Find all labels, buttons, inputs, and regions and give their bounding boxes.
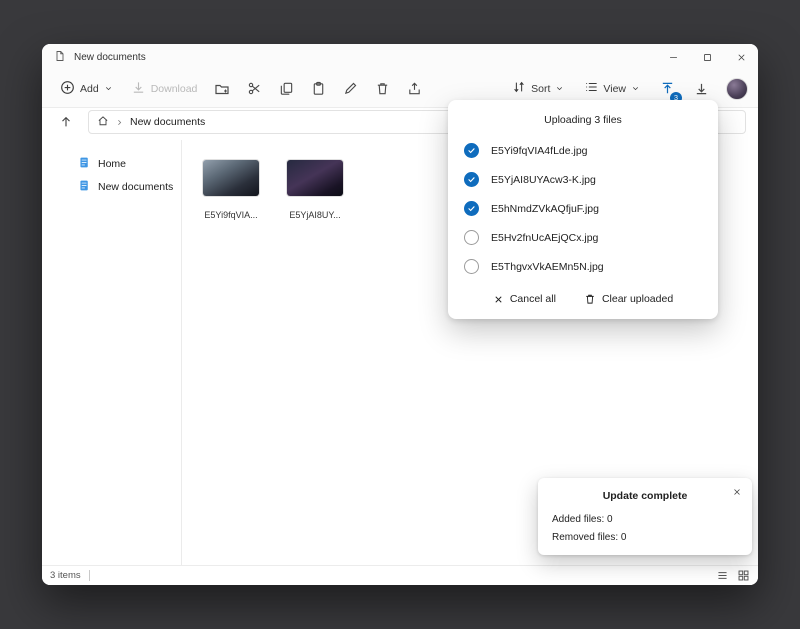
- window-document-icon: [54, 50, 66, 65]
- check-circle-icon: [464, 143, 479, 158]
- rename-button[interactable]: [335, 75, 365, 103]
- sort-icon: [512, 80, 526, 97]
- rename-icon: [343, 81, 358, 96]
- sidebar-item-home[interactable]: Home: [42, 152, 181, 175]
- minimize-button[interactable]: [656, 44, 690, 70]
- file-name: E5Yi9fqVIA...: [204, 210, 257, 220]
- chevron-down-icon: [631, 84, 640, 93]
- add-icon: [60, 80, 75, 98]
- view-toggles: [716, 569, 750, 582]
- file-tile[interactable]: E5Yi9fqVIA...: [198, 160, 264, 220]
- new-folder-icon: [214, 81, 230, 97]
- desktop-background: { "window": { "title": "New documents" }…: [0, 0, 800, 629]
- sidebar: Home New documents: [42, 140, 182, 565]
- upload-item: E5ThgvxVkAEMn5N.jpg: [464, 252, 702, 281]
- delete-button[interactable]: [367, 75, 397, 103]
- user-avatar[interactable]: [726, 78, 748, 100]
- upload-item-name: E5Hv2fnUcAEjQCx.jpg: [491, 232, 598, 244]
- pending-circle-icon: [464, 259, 479, 274]
- paste-icon: [311, 81, 326, 96]
- check-circle-icon: [464, 172, 479, 187]
- file-thumbnail: [287, 160, 343, 196]
- chevron-down-icon: [555, 84, 564, 93]
- thumbnails-view-icon[interactable]: [737, 569, 750, 582]
- upload-item-name: E5Yi9fqVIA4fLde.jpg: [491, 145, 588, 157]
- upload-panel-title: Uploading 3 files: [464, 114, 702, 126]
- status-bar: 3 items: [42, 565, 758, 585]
- close-button[interactable]: [724, 44, 758, 70]
- file-name: E5YjAI8UY...: [289, 210, 340, 220]
- download-button[interactable]: Download: [123, 75, 206, 103]
- home-folder-icon: [78, 156, 91, 172]
- cancel-all-label: Cancel all: [510, 293, 556, 305]
- add-button[interactable]: Add: [52, 75, 121, 103]
- trash-icon: [584, 293, 596, 305]
- breadcrumb-current[interactable]: New documents: [130, 116, 205, 128]
- toast-added-line: Added files: 0: [552, 514, 738, 525]
- window-title: New documents: [74, 52, 146, 63]
- share-button[interactable]: [399, 75, 429, 103]
- sidebar-item-new-documents[interactable]: New documents: [42, 175, 181, 198]
- view-icon: [584, 80, 598, 97]
- toast-title: Update complete: [552, 490, 738, 502]
- upload-item-name: E5hNmdZVkAQfjuF.jpg: [491, 203, 599, 215]
- sort-label: Sort: [531, 83, 550, 95]
- toolbar-right-group: Sort View 3: [504, 75, 748, 103]
- clear-uploaded-button[interactable]: Clear uploaded: [584, 293, 673, 305]
- download-label: Download: [151, 83, 198, 95]
- item-count: 3 items: [50, 570, 81, 581]
- paste-button[interactable]: [303, 75, 333, 103]
- upload-item: E5hNmdZVkAQfjuF.jpg: [464, 194, 702, 223]
- upload-item-name: E5YjAI8UYAcw3-K.jpg: [491, 174, 596, 186]
- x-icon: [493, 294, 504, 305]
- window-controls: [656, 44, 758, 70]
- sort-button[interactable]: Sort: [504, 75, 572, 102]
- upload-item-name: E5ThgvxVkAEMn5N.jpg: [491, 261, 604, 273]
- share-icon: [407, 81, 422, 96]
- toast-close-button[interactable]: [732, 487, 742, 497]
- copy-button[interactable]: [271, 75, 301, 103]
- maximize-button[interactable]: [690, 44, 724, 70]
- cut-button[interactable]: [239, 75, 269, 103]
- upload-item: E5Hv2fnUcAEjQCx.jpg: [464, 223, 702, 252]
- chevron-down-icon: [104, 84, 113, 93]
- navigate-up-button[interactable]: [54, 110, 78, 134]
- downloads-button[interactable]: [686, 75, 716, 103]
- upload-item: E5Yi9fqVIA4fLde.jpg: [464, 136, 702, 165]
- upload-panel-actions: Cancel all Clear uploaded: [464, 293, 702, 305]
- check-circle-icon: [464, 201, 479, 216]
- upload-progress-button[interactable]: 3: [652, 75, 682, 103]
- app-window: New documents Add Download: [42, 44, 758, 585]
- sidebar-item-label: Home: [98, 158, 126, 170]
- copy-icon: [279, 81, 294, 96]
- delete-icon: [375, 81, 390, 96]
- file-thumbnail: [203, 160, 259, 196]
- update-toast: Update complete Added files: 0 Removed f…: [538, 478, 752, 555]
- details-view-icon[interactable]: [716, 569, 729, 582]
- upload-progress-panel: Uploading 3 files E5Yi9fqVIA4fLde.jpg E5…: [448, 100, 718, 319]
- titlebar: New documents: [42, 44, 758, 70]
- cancel-all-button[interactable]: Cancel all: [493, 293, 556, 305]
- upload-item: E5YjAI8UYAcw3-K.jpg: [464, 165, 702, 194]
- status-divider: [89, 570, 90, 581]
- clear-uploaded-label: Clear uploaded: [602, 293, 673, 305]
- sidebar-item-label: New documents: [98, 181, 173, 193]
- view-button[interactable]: View: [576, 75, 648, 102]
- home-icon: [97, 115, 109, 130]
- add-label: Add: [80, 83, 99, 95]
- new-folder-button[interactable]: [207, 75, 237, 103]
- pending-circle-icon: [464, 230, 479, 245]
- download-icon: [131, 80, 146, 98]
- arrow-up-icon: [59, 115, 73, 129]
- file-tile[interactable]: E5YjAI8UY...: [282, 160, 348, 220]
- cut-icon: [247, 81, 262, 96]
- download-arrow-icon: [694, 81, 709, 96]
- toast-removed-line: Removed files: 0: [552, 532, 738, 543]
- view-label: View: [603, 83, 626, 95]
- chevron-right-icon: [115, 118, 124, 127]
- close-icon: [732, 487, 742, 497]
- documents-folder-icon: [78, 179, 91, 195]
